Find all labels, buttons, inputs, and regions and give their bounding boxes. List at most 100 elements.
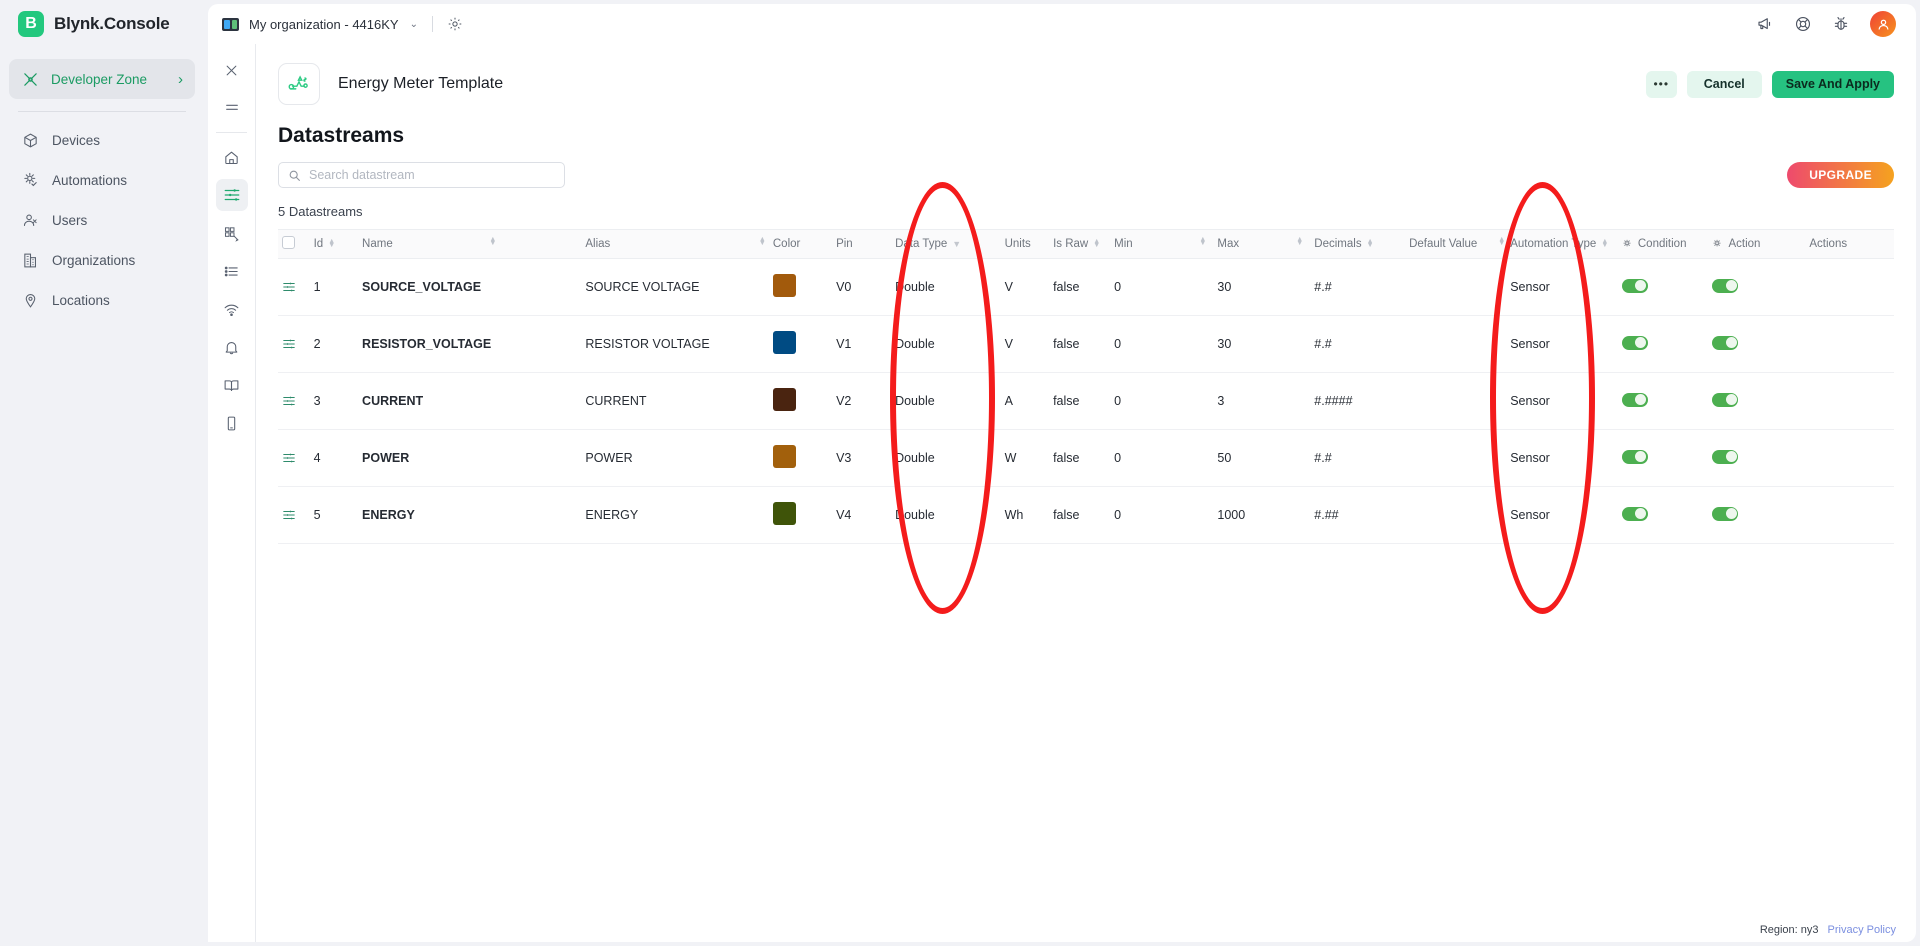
connection-wifi-icon[interactable]	[216, 293, 248, 325]
table-row[interactable]: 2 RESISTOR_VOLTAGE RESISTOR VOLTAGE V1 Doubl…	[278, 315, 1894, 373]
color-swatch[interactable]	[772, 331, 796, 354]
sidebar-item-automations[interactable]: Automations	[9, 160, 195, 200]
cell-condition[interactable]	[1617, 315, 1709, 373]
table-row[interactable]: 3 CURRENT CURRENT V2 Double Afalse 0 3 #.#### Sen…	[278, 372, 1894, 430]
color-swatch[interactable]	[772, 388, 796, 411]
th-units[interactable]: Units	[1000, 229, 1050, 259]
privacy-policy-link[interactable]: Privacy Policy	[1828, 924, 1896, 936]
condition-toggle[interactable]	[1621, 392, 1648, 407]
color-swatch[interactable]	[772, 445, 796, 468]
header-actions: ••• Cancel Save And Apply	[1645, 70, 1894, 98]
cell-action[interactable]	[1708, 486, 1806, 544]
cell-action[interactable]	[1708, 429, 1806, 487]
notifications-bell-icon[interactable]	[216, 331, 248, 363]
sidebar-item-organizations[interactable]: Organizations	[9, 240, 195, 280]
user-avatar[interactable]	[1870, 11, 1896, 37]
sidebar-item-label: Organizations	[52, 252, 136, 268]
organization-thumbnail-icon	[222, 17, 239, 31]
sort-icon[interactable]: ▲ ▼	[1093, 238, 1100, 249]
cell-action[interactable]	[1708, 315, 1806, 373]
metadata-icon[interactable]	[216, 217, 248, 249]
close-icon[interactable]	[216, 54, 248, 86]
cell-condition[interactable]	[1617, 429, 1709, 487]
th-decimals[interactable]: ▲ ▼ Decimals ▲ ▼	[1296, 229, 1406, 259]
th-pin[interactable]: Pin	[832, 229, 892, 259]
cell-action[interactable]	[1708, 372, 1806, 430]
cell-color[interactable]	[768, 486, 833, 544]
cell-condition[interactable]	[1617, 372, 1709, 430]
lifebuoy-help-icon[interactable]	[1794, 15, 1812, 33]
select-all-checkbox[interactable]	[282, 236, 295, 249]
events-list-icon[interactable]	[216, 255, 248, 287]
organization-selector[interactable]: My organization - 4416KY ⌄	[222, 17, 418, 32]
sort-icon[interactable]: ▲ ▼	[328, 238, 335, 249]
gear-icon[interactable]	[447, 16, 463, 32]
datastreams-icon[interactable]	[215, 179, 248, 211]
th-condition[interactable]: Condition	[1617, 229, 1709, 259]
th-label: Units	[1004, 238, 1031, 250]
mobile-dashboard-icon[interactable]	[216, 407, 248, 439]
table-row[interactable]: 1 SOURCE_VOLTAGE SOURCE VOLTAGE V0 Double Vfa…	[278, 258, 1894, 316]
upgrade-button[interactable]: UPGRADE	[1787, 162, 1894, 188]
th-data-type[interactable]: Data Type ▼	[891, 229, 1001, 259]
cancel-button[interactable]: Cancel	[1686, 70, 1762, 98]
cell-alias: RESISTOR VOLTAGE	[581, 315, 769, 373]
template-header: Energy Meter Template ••• Cancel Save An…	[256, 44, 1916, 110]
condition-toggle[interactable]	[1621, 449, 1648, 464]
cell-color[interactable]	[768, 315, 833, 373]
color-swatch[interactable]	[772, 502, 796, 525]
action-toggle[interactable]	[1712, 449, 1739, 464]
search-input[interactable]	[309, 168, 555, 182]
action-toggle[interactable]	[1712, 506, 1739, 521]
action-toggle[interactable]	[1712, 392, 1739, 407]
filter-icon[interactable]: ▼	[952, 239, 961, 249]
th-color[interactable]: ▲ ▼ Color	[759, 229, 833, 259]
th-default-value[interactable]: Default Value	[1405, 229, 1507, 259]
th-is-raw[interactable]: Is Raw ▲ ▼	[1049, 229, 1111, 259]
sort-icon[interactable]: ▲ ▼	[1601, 238, 1608, 249]
cell-color[interactable]	[768, 372, 833, 430]
sidebar-item-devices[interactable]: Devices	[9, 120, 195, 160]
th-automation-type[interactable]: ▲ ▼ Automation Type ▲ ▼	[1498, 229, 1618, 259]
cell-color[interactable]	[768, 258, 833, 316]
condition-toggle[interactable]	[1621, 278, 1648, 293]
sidebar-item-locations[interactable]: Locations	[9, 280, 195, 320]
cell-condition[interactable]	[1617, 258, 1709, 316]
th-select-all[interactable]	[278, 229, 310, 259]
condition-toggle[interactable]	[1621, 506, 1648, 521]
sidebar-item-developer-zone[interactable]: Developer Zone ›	[9, 59, 195, 99]
cell-condition[interactable]	[1617, 486, 1709, 544]
cell-color[interactable]	[768, 429, 833, 487]
cell-action[interactable]	[1708, 258, 1806, 316]
table-row[interactable]: 4 POWER POWER V3 Double Wfalse 0 50 #.# Sensor	[278, 429, 1894, 487]
th-min[interactable]: Min	[1110, 229, 1214, 259]
action-toggle[interactable]	[1712, 278, 1739, 293]
cell-value: 4	[313, 451, 321, 465]
more-options-button[interactable]: •••	[1645, 70, 1677, 98]
cell-min: 0	[1110, 429, 1214, 487]
th-name[interactable]: Name	[358, 229, 582, 259]
documentation-book-icon[interactable]	[216, 369, 248, 401]
sidebar-item-users[interactable]: Users	[9, 200, 195, 240]
sort-icon[interactable]: ▲ ▼	[1498, 236, 1505, 247]
announcement-icon[interactable]	[1756, 15, 1774, 33]
bug-icon[interactable]	[1832, 15, 1850, 33]
save-and-apply-button[interactable]: Save And Apply	[1771, 70, 1894, 98]
th-action[interactable]: Action	[1708, 229, 1806, 259]
cell-default-value	[1405, 429, 1507, 487]
sort-icon[interactable]: ▲ ▼	[489, 236, 496, 247]
hamburger-menu-icon[interactable]	[216, 92, 248, 124]
th-alias[interactable]: ▲ ▼ Alias	[489, 229, 769, 259]
sort-icon[interactable]: ▲ ▼	[1199, 236, 1206, 247]
sort-icon[interactable]: ▲ ▼	[759, 236, 766, 247]
home-icon[interactable]	[216, 141, 248, 173]
color-swatch[interactable]	[772, 274, 796, 297]
sort-icon[interactable]: ▲ ▼	[1367, 238, 1374, 249]
sort-icon[interactable]: ▲ ▼	[1296, 236, 1303, 247]
brand[interactable]: B Blynk.Console	[0, 0, 204, 47]
condition-toggle[interactable]	[1621, 335, 1648, 350]
th-id[interactable]: Id ▲ ▼	[309, 229, 359, 259]
action-toggle[interactable]	[1712, 335, 1739, 350]
search-datastream-box[interactable]	[278, 162, 565, 188]
table-row[interactable]: 5 ENERGY ENERGY V4 Double Wh false 0 1000 #.## Sen…	[278, 486, 1894, 544]
